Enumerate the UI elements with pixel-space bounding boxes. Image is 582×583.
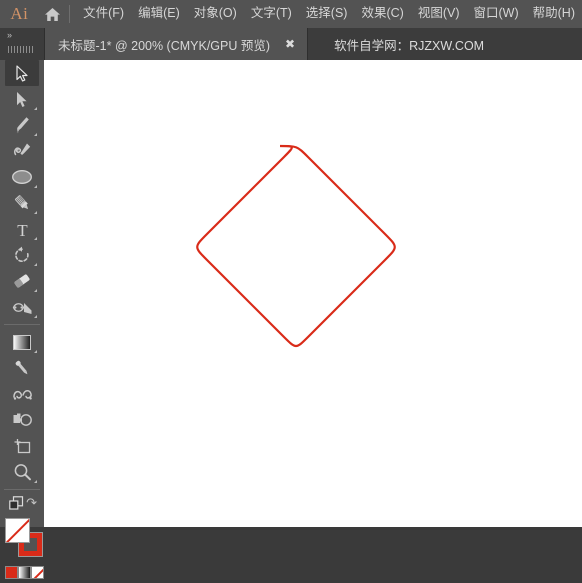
menu-separator (69, 5, 71, 23)
paintbrush-tool[interactable] (5, 190, 39, 216)
color-mode-swatches (0, 565, 44, 583)
chevron-double-right-icon: » (7, 30, 12, 40)
menu-view[interactable]: 视图(V) (411, 3, 467, 25)
menu-window[interactable]: 窗口(W) (467, 3, 526, 25)
ellipse-icon (12, 170, 32, 184)
document-tab-title: 未标题-1* @ 200% (CMYK/GPU 预览) (58, 38, 271, 53)
gradient-icon (13, 334, 31, 350)
close-icon[interactable]: ✖ (282, 36, 298, 52)
blend-icon (12, 390, 32, 400)
app-logo: Ai (0, 0, 39, 28)
type-tool[interactable]: T (5, 216, 39, 242)
rotate-arrow-icon (15, 246, 29, 262)
document-tab-bar: » 未标题-1* @ 200% (CMYK/GPU 预览) ✖ 软件自学网：RJ… (0, 28, 582, 60)
gradient-swatch[interactable] (18, 566, 31, 579)
shape-builder-icon (13, 413, 32, 426)
ellipse-tool[interactable] (5, 164, 39, 190)
flyout-indicator-icon (34, 263, 37, 266)
svg-text:T: T (17, 221, 28, 238)
eraser-tool[interactable] (5, 268, 39, 294)
menu-help[interactable]: 帮助(H) (526, 3, 582, 25)
flyout-indicator-icon (34, 107, 37, 110)
color-swatch[interactable] (5, 566, 18, 579)
width-tool[interactable] (5, 294, 39, 320)
shape-builder-tool[interactable] (5, 407, 39, 433)
none-swatch[interactable] (31, 566, 44, 579)
zoom-tool[interactable] (5, 459, 39, 485)
magnifier-icon (14, 464, 31, 481)
toolbar-grip-handle[interactable] (8, 46, 34, 53)
menu-bar: Ai 文件(F) 编辑(E) 对象(O) 文字(T) 选择(S) 效果(C) 视… (0, 0, 582, 28)
menu-effect[interactable]: 效果(C) (354, 3, 410, 25)
flyout-indicator-icon (34, 480, 37, 483)
menu-edit[interactable]: 编辑(E) (131, 3, 187, 25)
width-tool-icon (12, 302, 31, 314)
fill-stroke-indicator (0, 516, 44, 562)
menu-file[interactable]: 文件(F) (76, 3, 131, 25)
selection-tool[interactable] (5, 60, 39, 86)
swap-fill-stroke-icon[interactable]: ↷ (26, 496, 37, 509)
rounded-diamond-path[interactable] (196, 144, 396, 348)
flyout-indicator-icon (34, 185, 37, 188)
selection-arrow-icon (15, 64, 28, 82)
menu-select[interactable]: 选择(S) (299, 3, 355, 25)
menu-object[interactable]: 对象(O) (187, 3, 244, 25)
tools-panel: T ↷ (0, 60, 45, 579)
panel-expand-button[interactable]: » (0, 28, 45, 60)
flyout-indicator-icon (34, 133, 37, 136)
artboard-tool[interactable] (5, 433, 39, 459)
artboard-canvas[interactable] (44, 60, 582, 527)
curvature-pen-icon (13, 143, 30, 156)
mode-swap-row: ↷ (0, 494, 44, 516)
direct-selection-tool[interactable] (5, 86, 39, 112)
flyout-indicator-icon (34, 315, 37, 318)
document-tab[interactable]: 未标题-1* @ 200% (CMYK/GPU 预览) ✖ (45, 28, 309, 60)
fill-swatch[interactable] (5, 518, 30, 543)
artboard-icon (14, 439, 30, 454)
flyout-indicator-icon (34, 350, 37, 353)
home-button[interactable] (39, 0, 65, 28)
illustrator-window: Ai 文件(F) 编辑(E) 对象(O) 文字(T) 选择(S) 效果(C) 视… (0, 0, 582, 579)
blend-tool[interactable] (5, 381, 39, 407)
no-fill-slash-icon (6, 519, 29, 542)
flyout-indicator-icon (34, 289, 37, 292)
drawing-modes-icon[interactable] (9, 496, 24, 511)
flyout-indicator-icon (34, 237, 37, 240)
flyout-indicator-icon (34, 211, 37, 214)
rotate-tool[interactable] (5, 242, 39, 268)
watermark-text: 软件自学网：RJZXW.COM (334, 38, 485, 53)
tool-group-divider (4, 324, 40, 325)
curvature-tool[interactable] (5, 138, 39, 164)
eyedropper-icon (15, 360, 28, 375)
home-icon (44, 7, 60, 21)
direct-selection-arrow-icon (17, 91, 27, 107)
paintbrush-icon (14, 195, 28, 210)
menu-type[interactable]: 文字(T) (244, 3, 299, 25)
eraser-icon (14, 274, 30, 288)
gradient-tool[interactable] (5, 329, 39, 355)
menu-item-list: 文件(F) 编辑(E) 对象(O) 文字(T) 选择(S) 效果(C) 视图(V… (76, 0, 582, 28)
app-logo-text: Ai (10, 4, 29, 23)
canvas-svg (196, 144, 396, 348)
pen-nib-icon (16, 117, 29, 134)
pen-tool[interactable] (5, 112, 39, 138)
eyedropper-tool[interactable] (5, 355, 39, 381)
tool-group-divider-2 (4, 489, 40, 490)
type-t-icon: T (17, 221, 28, 238)
